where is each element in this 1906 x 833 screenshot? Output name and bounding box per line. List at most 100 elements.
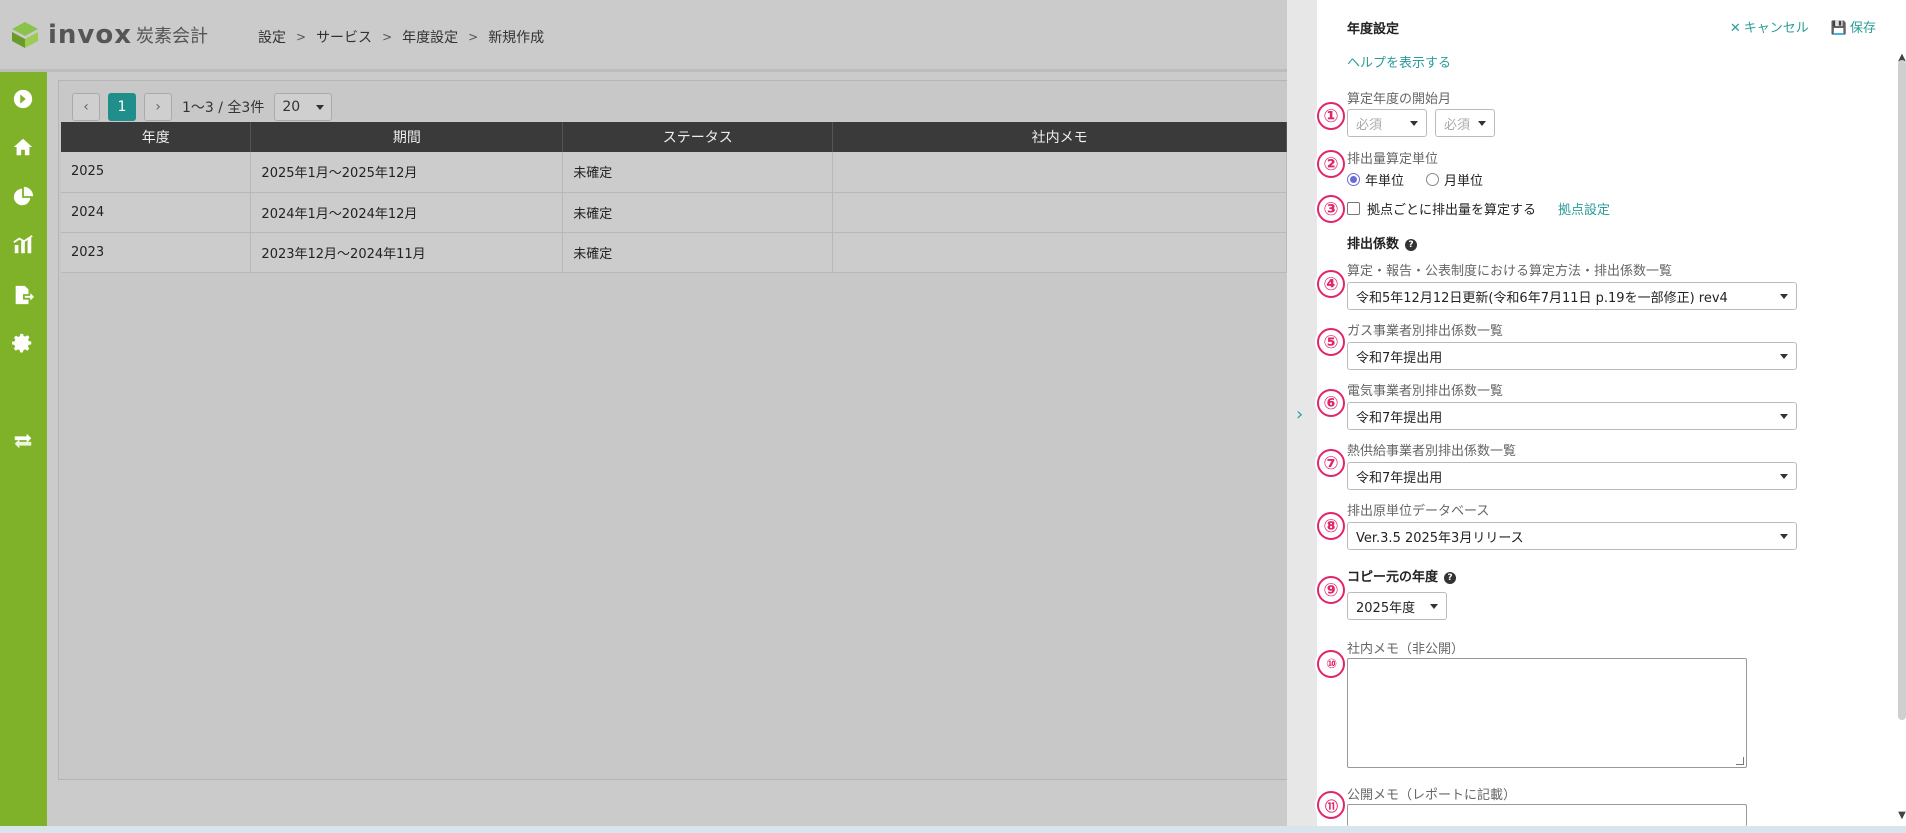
public-memo-textarea[interactable] (1347, 804, 1747, 826)
cell-year: 2024 (61, 192, 252, 233)
cell-year: 2023 (61, 232, 252, 273)
method-value: 令和5年12月12日更新(令和6年7月11日 p.19を一部修正) rev4 (1356, 290, 1728, 306)
copy-source-select[interactable]: 2025年度 (1347, 592, 1447, 620)
window-bottom-bar (0, 826, 1906, 833)
cell-period: 2023年12月〜2024年11月 (250, 232, 564, 273)
scroll-down-icon[interactable]: ▼ (1898, 810, 1906, 821)
fiscal-year-drawer: 年度設定 ✕ キャンセル 💾 保存 ヘルプを表示する ① 算定年度の開始月 必須 必… (1317, 0, 1906, 833)
fiscal-year-table: 年度 期間 ステータス 社内メモ 2025 2025年1月〜2025年12月 未… (61, 122, 1287, 273)
heat-select[interactable]: 令和7年提出用 (1347, 462, 1797, 490)
chevron-right-icon: > (468, 30, 479, 44)
start-month-select[interactable]: 必須 (1435, 109, 1495, 137)
breadcrumb-item-service[interactable]: サービス (316, 27, 372, 47)
database-value: Ver.3.5 2025年3月リリース (1356, 530, 1524, 546)
column-header-memo[interactable]: 社内メモ (832, 122, 1287, 152)
resize-handle-icon[interactable] (1736, 757, 1744, 765)
sidebar-item-transfer[interactable] (10, 428, 36, 454)
electric-select[interactable]: 令和7年提出用 (1347, 402, 1797, 430)
copy-heading: コピー元の年度? (1347, 566, 1457, 585)
pie-chart-icon (13, 186, 34, 206)
sidebar-item-export[interactable] (10, 282, 36, 308)
table-row[interactable]: 2024 2024年1月〜2024年12月 未確定 (61, 192, 1287, 233)
chevron-right-icon: > (382, 30, 393, 44)
gas-label: ガス事業者別排出係数一覧 (1347, 324, 1504, 339)
marker-7: ⑦ (1317, 449, 1345, 477)
cancel-button[interactable]: ✕ キャンセル (1730, 17, 1809, 36)
cell-memo (832, 192, 1287, 233)
column-header-period[interactable]: 期間 (250, 122, 564, 152)
gas-select[interactable]: 令和7年提出用 (1347, 342, 1797, 370)
breadcrumb-item-settings[interactable]: 設定 (258, 27, 286, 47)
drawer-title: 年度設定 (1347, 22, 1400, 37)
start-month-label: 算定年度の開始月 (1347, 92, 1452, 107)
start-year-select[interactable]: 必須 (1347, 109, 1427, 137)
unit-label: 排出量算定単位 (1347, 152, 1439, 167)
pager-info: 1〜3 / 全3件 (182, 100, 265, 116)
header: invox 炭素会計 設定 > サービス > 年度設定 > 新規作成 (0, 0, 1287, 72)
page-button-current[interactable]: 1 (108, 93, 136, 121)
collapse-drawer-chevron-icon[interactable]: › (1296, 404, 1303, 425)
question-icon[interactable]: ? (1444, 572, 1457, 584)
sidebar-item-logout[interactable] (10, 86, 36, 112)
prev-page-button[interactable]: ‹ (72, 93, 100, 121)
copy-heading-text: コピー元の年度 (1347, 570, 1439, 585)
caret-down-icon (1780, 533, 1788, 539)
per-site-checkbox[interactable] (1347, 202, 1360, 215)
heat-value: 令和7年提出用 (1356, 470, 1443, 486)
radio-year-unit[interactable] (1347, 173, 1360, 186)
caret-down-icon (1478, 120, 1486, 126)
breadcrumb-item-new: 新規作成 (488, 30, 545, 46)
save-button[interactable]: 💾 保存 (1831, 17, 1876, 36)
marker-10: ⑩ (1317, 650, 1345, 678)
cell-period: 2025年1月〜2025年12月 (250, 152, 564, 193)
caret-down-icon (1780, 413, 1788, 419)
sidebar-item-chart[interactable] (10, 232, 36, 258)
elec-label: 電気事業者別排出係数一覧 (1347, 384, 1504, 399)
breadcrumb: 設定 > サービス > 年度設定 > 新規作成 (258, 27, 544, 47)
marker-1: ① (1317, 102, 1345, 130)
radio-month-unit[interactable] (1426, 173, 1440, 186)
cell-memo (832, 232, 1287, 273)
drawer-actions: ✕ キャンセル 💾 保存 (1730, 17, 1876, 36)
gas-value: 令和7年提出用 (1356, 350, 1443, 366)
help-link[interactable]: ヘルプを表示する (1347, 52, 1451, 71)
caret-down-icon (1430, 603, 1438, 609)
breadcrumb-item-fiscal-year[interactable]: 年度設定 (402, 27, 458, 47)
sidebar-item-settings[interactable] (10, 330, 36, 356)
start-month-placeholder: 必須 (1444, 117, 1471, 133)
marker-3: ③ (1317, 195, 1345, 223)
table-header-row: 年度 期間 ステータス 社内メモ (61, 122, 1287, 152)
cell-status: 未確定 (562, 192, 834, 233)
method-select[interactable]: 令和5年12月12日更新(令和6年7月11日 p.19を一部修正) rev4 (1347, 282, 1797, 310)
column-header-year[interactable]: 年度 (61, 122, 252, 152)
caret-down-icon (1780, 353, 1788, 359)
cell-period: 2024年1月〜2024年12月 (250, 192, 564, 233)
internal-memo-textarea[interactable] (1347, 658, 1747, 768)
file-export-icon (15, 285, 34, 305)
db-label: 排出原単位データベース (1347, 504, 1490, 519)
heat-label: 熱供給事業者別排出係数一覧 (1347, 444, 1517, 459)
site-settings-link[interactable]: 拠点設定 (1558, 199, 1610, 218)
database-select[interactable]: Ver.3.5 2025年3月リリース (1347, 522, 1797, 550)
question-icon[interactable]: ? (1405, 239, 1418, 251)
internal-memo-label: 社内メモ（非公開） (1347, 642, 1465, 657)
logo[interactable]: invox 炭素会計 (10, 20, 208, 50)
table-row[interactable]: 2023 2023年12月〜2024年11月 未確定 (61, 232, 1287, 273)
cell-status: 未確定 (562, 152, 834, 193)
page-size-select[interactable]: 20 (274, 93, 333, 121)
drawer-scrollbar[interactable] (1898, 60, 1906, 720)
chevron-right-icon: > (296, 30, 307, 44)
cell-memo (832, 152, 1287, 193)
marker-4: ④ (1317, 270, 1345, 298)
cell-year: 2025 (61, 152, 252, 193)
home-icon (13, 138, 33, 156)
column-header-status[interactable]: ステータス (562, 122, 834, 152)
next-page-button[interactable]: › (144, 93, 172, 121)
save-icon: 💾 (1830, 21, 1847, 36)
radio-year-label: 年単位 (1365, 174, 1405, 189)
marker-6: ⑥ (1317, 389, 1345, 417)
sidebar-item-home[interactable] (10, 134, 36, 160)
sidebar-item-pie[interactable] (10, 184, 36, 210)
table-row[interactable]: 2025 2025年1月〜2025年12月 未確定 (61, 152, 1287, 193)
method-label: 算定・報告・公表制度における算定方法・排出係数一覧 (1347, 264, 1673, 279)
